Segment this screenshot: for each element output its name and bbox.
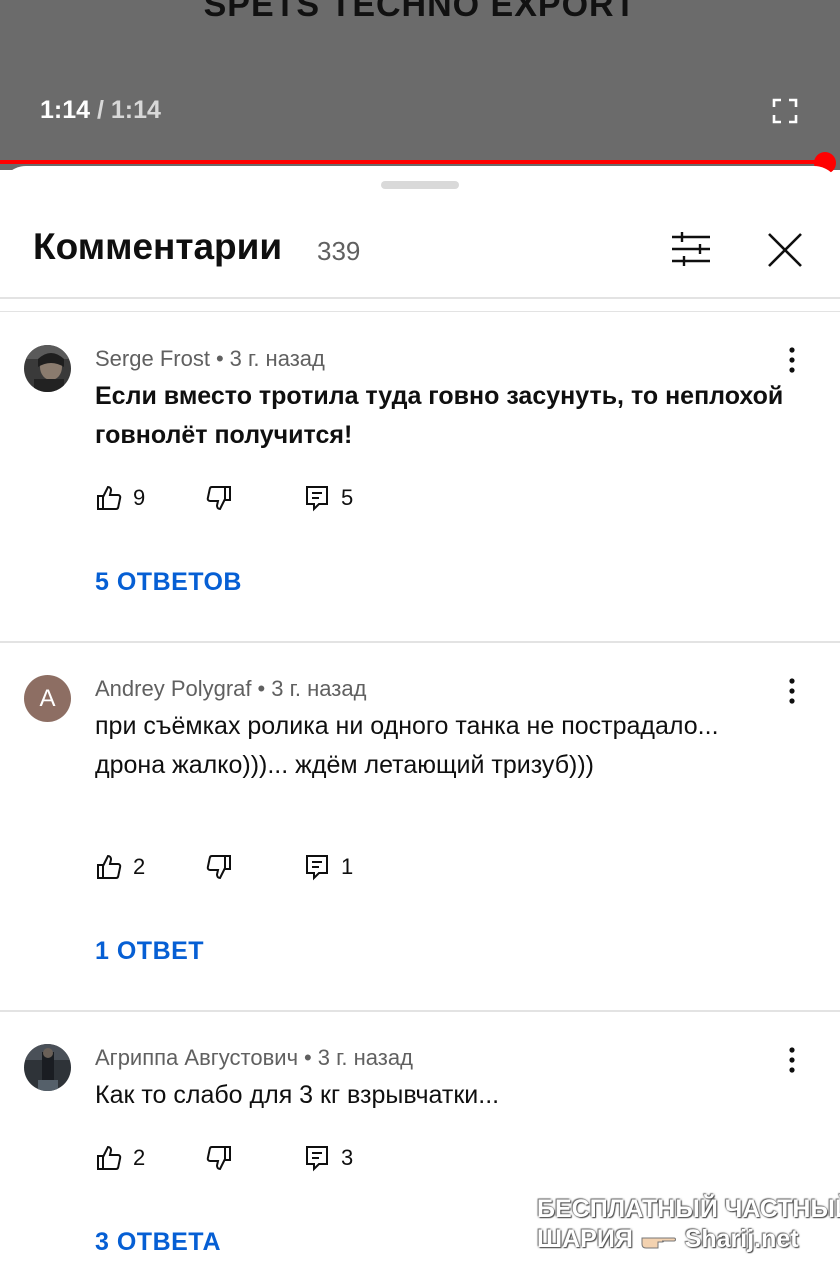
- comments-title: Комментарии: [33, 226, 283, 267]
- reply-button[interactable]: 5: [303, 484, 353, 512]
- fullscreen-icon[interactable]: [772, 98, 798, 124]
- comment-text: Как то слабо для 3 кг взрывчатки...: [95, 1081, 500, 1109]
- comment-divider: [0, 1010, 840, 1012]
- reply-count: 3: [341, 1145, 354, 1170]
- reply-button[interactable]: 1: [303, 853, 353, 881]
- like-count: 2: [133, 854, 146, 879]
- more-options-icon[interactable]: [780, 1045, 804, 1075]
- progress-bar[interactable]: [0, 160, 828, 164]
- reply-count: 1: [341, 854, 354, 879]
- view-replies-button[interactable]: 1 ОТВЕТ: [95, 937, 204, 966]
- dislike-button[interactable]: [205, 1144, 233, 1172]
- thumbs-up-icon: [97, 485, 122, 510]
- comment-icon: [306, 486, 328, 512]
- like-count: 2: [133, 1145, 146, 1170]
- comments-count: 339: [317, 236, 361, 266]
- duration: 1:14: [110, 96, 161, 124]
- dislike-button[interactable]: [205, 853, 233, 881]
- video-player[interactable]: SPETS TECHNO EXPORT 1:14 / 1:14: [0, 0, 840, 170]
- avatar[interactable]: A: [24, 675, 71, 722]
- watermark-text-right: Sharij.net: [684, 1225, 799, 1253]
- watermark-line-2: ШАРИЯ Sharij.net: [537, 1224, 827, 1254]
- drag-handle[interactable]: [381, 181, 459, 189]
- time-separator: /: [90, 96, 111, 124]
- like-count: 9: [133, 485, 146, 510]
- avatar[interactable]: [24, 1044, 71, 1091]
- comment-time: 3 г. назад: [271, 676, 367, 701]
- view-replies-button[interactable]: 5 ОТВЕТОВ: [95, 568, 242, 597]
- current-time: 1:14: [40, 96, 91, 124]
- video-frame-title: SPETS TECHNO EXPORT: [203, 0, 637, 24]
- watermark-text-left: ШАРИЯ: [537, 1225, 633, 1253]
- more-options-icon[interactable]: [780, 345, 804, 375]
- view-replies-button[interactable]: 3 ОТВЕТА: [95, 1228, 221, 1257]
- dislike-button[interactable]: [205, 484, 233, 512]
- more-options-icon[interactable]: [780, 676, 804, 706]
- time-display: 1:14 / 1:14: [40, 96, 161, 125]
- comment-actions: 2 3: [95, 1144, 415, 1176]
- comment-time: 3 г. назад: [317, 1045, 413, 1070]
- watermark-line-1: БЕСПЛАТНЫЙ ЧАСТНЫЙ: [537, 1195, 840, 1223]
- comment-author[interactable]: Serge Frost: [95, 346, 210, 371]
- comment-actions: 2 1: [95, 853, 415, 885]
- comment-meta: Агриппа Августович • 3 г. назад: [95, 1045, 413, 1070]
- like-button[interactable]: 9: [95, 484, 145, 512]
- sort-filter-icon[interactable]: [670, 231, 712, 267]
- comment-divider: [0, 641, 840, 643]
- comment-icon: [306, 855, 328, 881]
- reply-count: 5: [341, 485, 354, 510]
- comment-actions: 9 5: [95, 484, 415, 516]
- reply-button[interactable]: 3: [303, 1144, 353, 1172]
- thumbs-down-icon: [206, 855, 231, 880]
- thumbs-down-icon: [206, 486, 231, 511]
- comment-text: Если вместо тротила туда говно засунуть,…: [95, 382, 784, 449]
- comment-author[interactable]: Andrey Polygraf: [95, 676, 252, 701]
- comment-author[interactable]: Агриппа Августович: [95, 1045, 298, 1070]
- avatar[interactable]: [24, 345, 71, 392]
- like-button[interactable]: 2: [95, 1144, 145, 1172]
- comment-text: при съёмках ролика ни одного танка не по…: [95, 712, 719, 779]
- comment-meta: Andrey Polygraf • 3 г. назад: [95, 676, 367, 701]
- thumbs-up-icon: [97, 854, 122, 879]
- close-icon[interactable]: [766, 231, 804, 269]
- watermark: БЕСПЛАТНЫЙ ЧАСТНЫЙ ШАРИЯ Sharij.net: [537, 1194, 840, 1254]
- header-divider-2: [0, 311, 840, 312]
- thumbs-down-icon: [206, 1146, 231, 1171]
- comment-time: 3 г. назад: [229, 346, 325, 371]
- like-button[interactable]: 2: [95, 853, 145, 881]
- pointing-hand-icon: [641, 1237, 676, 1249]
- thumbs-up-icon: [97, 1145, 122, 1170]
- header-divider: [0, 297, 840, 299]
- comment-meta: Serge Frost • 3 г. назад: [95, 346, 325, 371]
- comment-icon: [306, 1146, 328, 1172]
